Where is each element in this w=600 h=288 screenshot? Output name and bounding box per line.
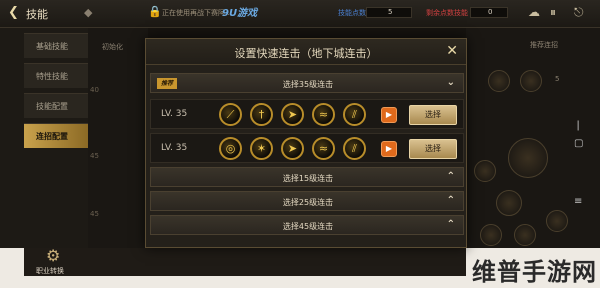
- skill-slot[interactable]: [546, 210, 568, 232]
- section-level-45[interactable]: 选择45级连击 ⌃: [150, 215, 464, 235]
- dialog-header: 设置快速连击（地下城连击） ✕: [146, 39, 466, 65]
- combo-level: LV. 35: [161, 143, 188, 153]
- skill-wind-icon[interactable]: ≈: [312, 103, 335, 126]
- nav-menu-icon[interactable]: ≡: [574, 196, 582, 207]
- page-title: 技能: [26, 8, 48, 21]
- skill-claw-icon[interactable]: ⫽: [343, 137, 366, 160]
- select-button[interactable]: 选择: [409, 139, 457, 159]
- skill-slot[interactable]: [496, 190, 522, 216]
- skill-claw-icon[interactable]: ⫽: [343, 103, 366, 126]
- top-bar: ❮ 技能 ◆ 🔒 正在使用再战下赛阿... 9U游戏 技能点数 5 剩余点数技能…: [0, 0, 600, 28]
- watermark-text: 维普手游网: [472, 258, 597, 286]
- skill-slash-icon[interactable]: ⟋: [219, 103, 242, 126]
- exit-icon[interactable]: ⎋: [574, 5, 584, 20]
- init-label[interactable]: 初始化: [102, 42, 123, 52]
- pause-icon[interactable]: ⏸: [550, 5, 556, 20]
- select-button[interactable]: 选择: [409, 105, 457, 125]
- remaining-points-value: 0: [488, 8, 493, 16]
- section-label: 选择35级连击: [282, 80, 334, 89]
- nav-back-icon[interactable]: ❘: [574, 120, 582, 131]
- cloud-icon[interactable]: ☁: [528, 5, 540, 19]
- skill-slot[interactable]: [520, 70, 542, 92]
- diamond-icon: ◆: [84, 6, 93, 19]
- remaining-points-label: 剩余点数技能: [426, 9, 468, 17]
- skill-dash-icon[interactable]: ➤: [281, 137, 304, 160]
- chevron-up-icon[interactable]: ⌃: [447, 195, 455, 206]
- combo-row: LV. 35 ◎ ✶ ➤ ≈ ⫽ ▶ 选择: [150, 133, 464, 163]
- section-level-15[interactable]: 选择15级连击 ⌃: [150, 167, 464, 187]
- skill-points-label: 技能点数: [338, 9, 366, 17]
- skill-slot[interactable]: [474, 160, 496, 182]
- logo: 9U游戏: [222, 8, 258, 19]
- section-label: 选择15级连击: [282, 174, 334, 183]
- bottom-bar: [24, 248, 466, 276]
- back-arrow-icon[interactable]: ❮: [8, 5, 19, 20]
- section-level-35[interactable]: 推荐 选择35级连击 ⌄: [150, 73, 464, 93]
- level-label: 45: [90, 210, 99, 218]
- combo-row: LV. 35 ⟋ † ➤ ≈ ⫽ ▶ 选择: [150, 99, 464, 129]
- chevron-down-icon[interactable]: ⌄: [447, 77, 455, 88]
- section-level-25[interactable]: 选择25级连击 ⌃: [150, 191, 464, 211]
- chevron-up-icon[interactable]: ⌃: [447, 219, 455, 230]
- level-label: 45: [90, 152, 99, 160]
- play-preview-button[interactable]: ▶: [381, 141, 397, 157]
- skill-slot[interactable]: [514, 224, 536, 246]
- skill-points-value: 5: [388, 8, 393, 16]
- dialog-title: 设置快速连击（地下城连击）: [234, 47, 378, 60]
- skill-swirl-icon[interactable]: ◎: [219, 137, 242, 160]
- sidebar-item-combo[interactable]: 连招配置: [24, 123, 88, 148]
- section-label: 选择45级连击: [282, 222, 334, 231]
- gear-icon[interactable]: ⚙: [46, 246, 60, 265]
- nav-home-icon[interactable]: ▢: [574, 138, 583, 149]
- combo-settings-dialog: 设置快速连击（地下城连击） ✕ 推荐 选择35级连击 ⌄ LV. 35 ⟋ † …: [145, 38, 467, 248]
- skill-wind-icon[interactable]: ≈: [312, 137, 335, 160]
- recommend-label[interactable]: 推荐连招: [530, 40, 558, 50]
- level-label: 40: [90, 86, 99, 94]
- skill-strike-icon[interactable]: ✶: [250, 137, 273, 160]
- section-label: 选择25级连击: [282, 198, 334, 207]
- close-icon[interactable]: ✕: [446, 43, 458, 59]
- skill-slot[interactable]: [488, 70, 510, 92]
- career-change-label[interactable]: 职业转换: [36, 266, 64, 276]
- play-preview-button[interactable]: ▶: [381, 107, 397, 123]
- sidebar-item-traits[interactable]: 特性技能: [24, 63, 88, 88]
- sidebar-item-basic[interactable]: 基础技能: [24, 33, 88, 58]
- chevron-up-icon[interactable]: ⌃: [447, 171, 455, 182]
- skill-slot[interactable]: [480, 224, 502, 246]
- sidebar-item-config[interactable]: 技能配置: [24, 93, 88, 118]
- combo-level: LV. 35: [161, 109, 188, 119]
- skill-dash-icon[interactable]: ➤: [281, 103, 304, 126]
- skill-slot-large[interactable]: [508, 138, 548, 178]
- skill-sword-icon[interactable]: †: [250, 103, 273, 126]
- lock-icon: 🔒: [148, 5, 162, 18]
- slot-count: 5: [555, 75, 560, 83]
